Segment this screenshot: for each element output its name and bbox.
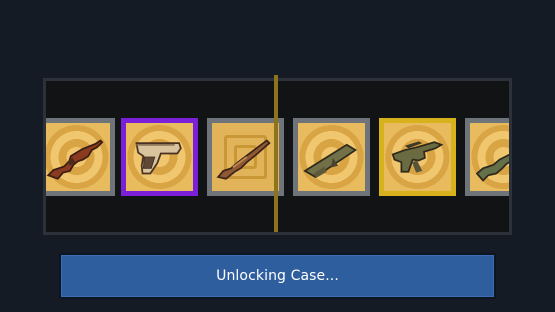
selection-marker bbox=[274, 75, 278, 232]
case-reel-frame bbox=[43, 75, 512, 235]
pistol-icon bbox=[126, 123, 193, 191]
assault-rifle-icon bbox=[46, 123, 110, 191]
unlocking-case-button[interactable]: Unlocking Case... bbox=[59, 253, 496, 299]
reel-item-rocket-launcher bbox=[293, 118, 370, 196]
shotgun-icon bbox=[212, 123, 279, 191]
status-label: Unlocking Case... bbox=[216, 268, 339, 284]
reel-item-assault-rifle bbox=[46, 118, 115, 196]
reel-item-assault-rifle bbox=[465, 118, 509, 196]
reel-item-sniper-smg bbox=[379, 118, 456, 196]
assault-rifle-icon bbox=[470, 123, 509, 191]
rocket-launcher-icon bbox=[298, 123, 365, 191]
reel-item-shotgun bbox=[207, 118, 284, 196]
reel-item-pistol bbox=[121, 118, 198, 196]
sniper-smg-icon bbox=[384, 123, 451, 191]
